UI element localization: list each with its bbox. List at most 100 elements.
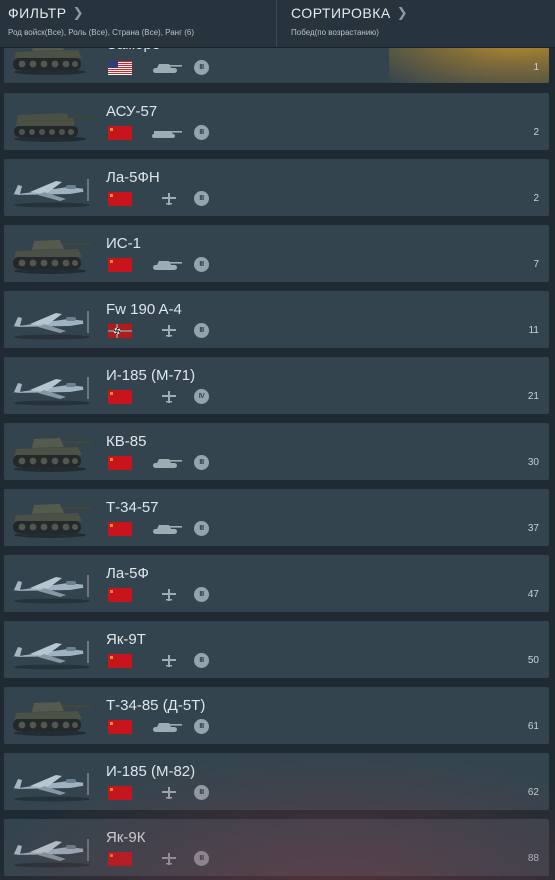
vehicle-card[interactable]: ИС-1 III 7 xyxy=(4,225,549,282)
vehicle-thumbnail xyxy=(8,99,94,145)
rank-icon: III xyxy=(194,851,209,866)
nation-flag-icon xyxy=(108,456,132,470)
vehicle-name: И-185 (М-71) xyxy=(106,367,196,384)
vehicle-card[interactable]: Т-34-85 (Д-5Т) III 61 xyxy=(4,687,549,744)
nation-flag-icon xyxy=(108,126,132,140)
vehicle-name: Ла-5ФН xyxy=(106,169,160,186)
victory-count: 21 xyxy=(527,391,539,402)
vehicle-thumbnail xyxy=(8,429,94,475)
rank-icon: III xyxy=(194,785,209,800)
tank-icon xyxy=(149,61,183,75)
chevron-right-icon: ❯ xyxy=(396,5,409,20)
victory-count: 88 xyxy=(527,853,539,864)
aircraft-icon xyxy=(149,324,183,338)
rank-icon: III xyxy=(194,455,209,470)
rank-icon: III xyxy=(194,125,209,140)
vehicle-name: КВ-85 xyxy=(106,433,147,450)
sort-title[interactable]: СОРТИРОВКА ❯ xyxy=(291,4,547,22)
tank-icon xyxy=(149,258,183,272)
rank-icon: III xyxy=(194,521,209,536)
nation-flag-icon xyxy=(108,720,132,734)
vehicle-name: Fw 190 A-4 xyxy=(106,301,182,318)
aircraft-icon xyxy=(149,390,183,404)
nation-flag-icon xyxy=(108,324,132,338)
tank-icon xyxy=(149,456,183,470)
filter-panel[interactable]: ФИЛЬТР ❯ Род войск(Все), Роль (Все), Стр… xyxy=(0,0,277,47)
nation-flag-icon xyxy=(108,61,132,75)
victory-count: 37 xyxy=(527,523,539,534)
aircraft-icon xyxy=(149,588,183,602)
sort-summary: Побед(по возрастанию) xyxy=(291,28,379,37)
vehicle-name: АСУ-57 xyxy=(106,103,158,120)
vehicle-card[interactable]: И-185 (М-71) IV 21 xyxy=(4,357,549,414)
vehicle-name: Ла-5Ф xyxy=(106,565,149,582)
vehicle-thumbnail xyxy=(8,165,94,211)
vehicle-card[interactable]: Ла-5Ф III 47 xyxy=(4,555,549,612)
chevron-right-icon: ❯ xyxy=(72,5,84,20)
rank-icon: III xyxy=(194,587,209,602)
vehicle-card[interactable]: Як-9Т III 50 xyxy=(4,621,549,678)
nation-flag-icon xyxy=(108,786,132,800)
filter-summary: Род войск(Все), Роль (Все), Страна (Все)… xyxy=(8,28,195,37)
sort-title-label: СОРТИРОВКА xyxy=(291,5,391,21)
vehicle-name: Як-9Т xyxy=(106,631,146,648)
rank-icon: III xyxy=(194,257,209,272)
vehicle-thumbnail xyxy=(8,759,94,805)
vehicle-thumbnail xyxy=(8,627,94,673)
aircraft-icon xyxy=(149,654,183,668)
vehicle-card[interactable]: Т-34-57 III 37 xyxy=(4,489,549,546)
victory-count: 62 xyxy=(527,787,539,798)
victory-count: 61 xyxy=(527,721,539,732)
aircraft-icon xyxy=(149,786,183,800)
victory-count: 2 xyxy=(533,193,539,204)
nation-flag-icon xyxy=(108,390,132,404)
victory-count: 30 xyxy=(527,457,539,468)
sort-panel[interactable]: СОРТИРОВКА ❯ Побед(по возрастанию) xyxy=(277,0,555,47)
vehicle-card[interactable]: И-185 (М-82) III 62 xyxy=(4,753,549,810)
vehicle-name: Т-34-57 xyxy=(106,499,159,516)
vehicle-thumbnail xyxy=(8,561,94,607)
nation-flag-icon xyxy=(108,654,132,668)
aircraft-icon xyxy=(149,192,183,206)
vehicle-thumbnail xyxy=(8,231,94,277)
victory-count: 47 xyxy=(527,589,539,600)
rank-icon: III xyxy=(194,323,209,338)
nation-flag-icon xyxy=(108,258,132,272)
rank-icon: III xyxy=(194,719,209,734)
tank-icon xyxy=(149,522,183,536)
header-bar: ФИЛЬТР ❯ Род войск(Все), Роль (Все), Стр… xyxy=(0,0,555,48)
nation-flag-icon xyxy=(108,852,132,866)
vehicle-thumbnail xyxy=(8,693,94,739)
vehicle-card[interactable]: КВ-85 III 30 xyxy=(4,423,549,480)
rank-icon: III xyxy=(194,60,209,75)
filter-title[interactable]: ФИЛЬТР ❯ xyxy=(8,4,268,22)
victory-count: 7 xyxy=(533,259,539,270)
rank-icon: III xyxy=(194,653,209,668)
rank-icon: III xyxy=(194,191,209,206)
vehicle-list: CalliopeIII1АСУ-57III2Ла-5ФНIII2ИС-1III7… xyxy=(0,0,555,880)
vehicle-card[interactable]: Fw 190 A-4 III 11 xyxy=(4,291,549,348)
vehicle-card[interactable]: Ла-5ФН III 2 xyxy=(4,159,549,216)
vehicle-thumbnail xyxy=(8,297,94,343)
tank-icon xyxy=(149,720,183,734)
victory-count: 50 xyxy=(527,655,539,666)
aircraft-icon xyxy=(149,852,183,866)
vehicle-name: Т-34-85 (Д-5Т) xyxy=(106,697,206,714)
spg-icon xyxy=(149,126,183,140)
vehicle-card[interactable]: Як-9К III 88 xyxy=(4,819,549,876)
nation-flag-icon xyxy=(108,192,132,206)
vehicle-thumbnail xyxy=(8,825,94,871)
nation-flag-icon xyxy=(108,522,132,536)
victory-count: 2 xyxy=(533,127,539,138)
rank-icon: IV xyxy=(194,389,209,404)
vehicle-thumbnail xyxy=(8,495,94,541)
vehicle-name: И-185 (М-82) xyxy=(106,763,196,780)
victory-count: 11 xyxy=(528,325,539,336)
filter-title-label: ФИЛЬТР xyxy=(8,5,67,21)
victory-count: 1 xyxy=(533,62,539,73)
vehicle-name: Як-9К xyxy=(106,829,146,846)
vehicle-card[interactable]: АСУ-57 III 2 xyxy=(4,93,549,150)
vehicle-name: ИС-1 xyxy=(106,235,141,252)
vehicle-thumbnail xyxy=(8,363,94,409)
nation-flag-icon xyxy=(108,588,132,602)
